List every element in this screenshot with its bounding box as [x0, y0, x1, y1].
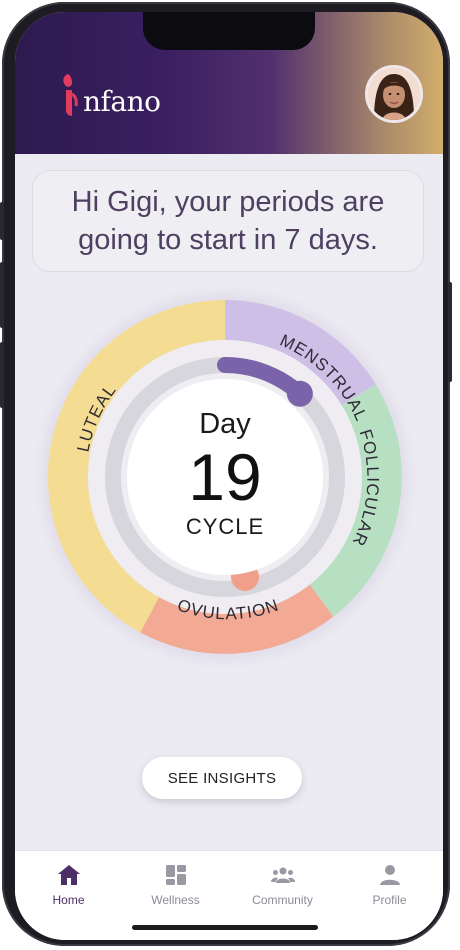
nav-profile[interactable]: Profile: [336, 851, 443, 940]
nav-community-label: Community: [252, 893, 313, 907]
cycle-label: CYCLE: [185, 514, 265, 539]
phone-frame: nfano Hi Gigi, your periods are going to…: [0, 2, 452, 946]
volume-up-button: [0, 262, 4, 328]
profile-icon: [379, 865, 400, 885]
nav-home-label: Home: [52, 893, 85, 907]
nav-home[interactable]: Home: [15, 851, 122, 940]
cycle-day-number: 19: [188, 440, 262, 514]
community-icon: [270, 867, 295, 883]
day-label: Day: [199, 408, 251, 440]
current-day-marker: [286, 380, 313, 407]
nav-wellness-label: Wellness: [151, 893, 200, 907]
nav-profile-label: Profile: [372, 893, 407, 907]
volume-down-button: [0, 342, 4, 408]
mute-switch: [0, 202, 4, 240]
grid-icon: [165, 865, 186, 885]
app-screen: nfano Hi Gigi, your periods are going to…: [15, 12, 443, 940]
power-button: [448, 282, 452, 382]
home-icon: [57, 865, 80, 885]
see-insights-button[interactable]: SEE INSIGHTS: [142, 757, 302, 799]
cycle-wheel[interactable]: MENSTRUAL FOLLICULAR OVULATION LUTEAL: [15, 12, 443, 712]
home-indicator: [132, 925, 318, 930]
